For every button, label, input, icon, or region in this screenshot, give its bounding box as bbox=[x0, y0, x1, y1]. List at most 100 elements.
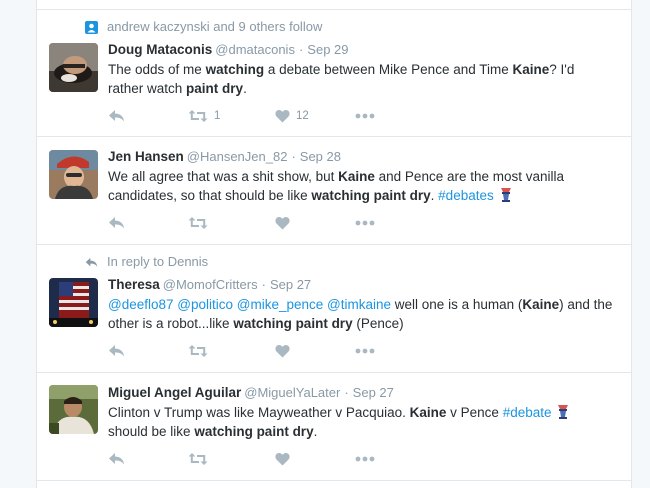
like-button[interactable] bbox=[275, 216, 355, 230]
like-button[interactable]: 12 bbox=[275, 109, 355, 123]
tweet-timestamp[interactable]: Sep 28 bbox=[300, 149, 341, 164]
tweet-timestamp[interactable]: Sep 27 bbox=[270, 277, 311, 292]
text-run: should be like bbox=[108, 424, 195, 439]
separator: · bbox=[261, 277, 266, 292]
text-run: (Pence) bbox=[352, 316, 404, 331]
tweet-content: Theresa @MomofCritters · Sep 27 @deeflo87 @… bbox=[108, 276, 619, 333]
avatar[interactable] bbox=[49, 385, 98, 434]
text-run: well one is a human ( bbox=[391, 297, 523, 312]
reply-icon bbox=[108, 344, 125, 358]
tweet[interactable]: In reply to Dennis Theresa @MomofCritters… bbox=[37, 245, 631, 373]
avatar[interactable] bbox=[49, 43, 98, 92]
tweet-header: Jen Hansen @HansenJen_82 · Sep 28 bbox=[108, 148, 619, 166]
text-run: v Pence bbox=[446, 405, 503, 420]
tweet[interactable]: andrew kaczynski and 9 others follow Dou… bbox=[37, 9, 631, 137]
tweet-header: Theresa @MomofCritters · Sep 27 bbox=[108, 276, 619, 294]
like-count: 12 bbox=[296, 110, 309, 122]
mention-link[interactable]: @timkaine bbox=[327, 297, 391, 312]
mention-link[interactable]: @politico bbox=[177, 297, 233, 312]
avatar[interactable] bbox=[49, 150, 98, 199]
reply-button[interactable] bbox=[108, 216, 188, 230]
retweet-button[interactable] bbox=[188, 452, 275, 466]
highlighted-term: paint dry bbox=[186, 81, 244, 96]
reply-button[interactable] bbox=[108, 344, 188, 358]
reply-context: In reply to Dennis bbox=[83, 254, 208, 270]
tweet-author-name[interactable]: Miguel Angel Aguilar bbox=[108, 385, 241, 400]
more-button[interactable] bbox=[355, 348, 375, 354]
tweet-author-handle[interactable]: @MiguelYaLater bbox=[244, 385, 340, 400]
reply-context-text[interactable]: In reply to Dennis bbox=[107, 254, 208, 270]
reply-icon bbox=[108, 216, 125, 230]
more-button[interactable] bbox=[355, 113, 375, 119]
tweet-author-name[interactable]: Jen Hansen bbox=[108, 149, 184, 164]
tweet-content: Jen Hansen @HansenJen_82 · Sep 28 We all ag… bbox=[108, 148, 619, 205]
tweet-timestamp[interactable]: Sep 27 bbox=[353, 385, 394, 400]
tweet[interactable]: Miguel Angel Aguilar @MiguelYaLater · Sep 2… bbox=[37, 373, 631, 481]
mention-link[interactable]: @deeflo87 bbox=[108, 297, 174, 312]
highlighted-term: watching bbox=[205, 62, 265, 77]
flag-emoji-icon bbox=[498, 188, 513, 203]
more-button[interactable] bbox=[355, 220, 375, 226]
tweet-actions: 1 12 bbox=[108, 107, 375, 125]
tweet-author-name[interactable]: Doug Mataconis bbox=[108, 42, 212, 57]
heart-icon bbox=[275, 452, 290, 466]
hashtag-link[interactable]: #debates bbox=[438, 188, 494, 203]
hashtag-link[interactable]: #debate bbox=[503, 405, 552, 420]
tweet-actions bbox=[108, 214, 375, 232]
tweet-author-handle[interactable]: @MomofCritters bbox=[163, 277, 258, 292]
retweet-button[interactable] bbox=[188, 344, 275, 358]
retweet-icon bbox=[188, 452, 208, 466]
mention-link[interactable]: @mike_pence bbox=[237, 297, 324, 312]
social-context: andrew kaczynski and 9 others follow bbox=[83, 19, 322, 35]
heart-icon bbox=[275, 216, 290, 230]
highlighted-term: watching paint dry bbox=[194, 424, 314, 439]
tweet-stream: andrew kaczynski and 9 others follow Dou… bbox=[36, 0, 632, 488]
reply-icon bbox=[108, 452, 125, 466]
retweet-button[interactable] bbox=[188, 216, 275, 230]
text-run: We all agree that was a shit show, but bbox=[108, 169, 339, 184]
tweet-text: The odds of me watching a debate between… bbox=[108, 60, 608, 98]
reply-button[interactable] bbox=[108, 109, 188, 123]
retweet-button[interactable]: 1 bbox=[188, 109, 275, 123]
reply-arrow-icon bbox=[83, 254, 99, 270]
more-icon bbox=[355, 220, 375, 226]
heart-icon bbox=[275, 344, 290, 358]
text-run bbox=[494, 188, 498, 203]
more-icon bbox=[355, 113, 375, 119]
tweet-content: Miguel Angel Aguilar @MiguelYaLater · Sep 2… bbox=[108, 384, 619, 441]
separator: · bbox=[291, 149, 296, 164]
retweet-icon bbox=[188, 344, 208, 358]
retweet-count: 1 bbox=[214, 110, 221, 122]
highlighted-term: Kaine bbox=[522, 297, 560, 312]
tweet-timestamp[interactable]: Sep 29 bbox=[307, 42, 348, 57]
more-button[interactable] bbox=[355, 456, 375, 462]
retweet-icon bbox=[188, 109, 208, 123]
more-icon bbox=[355, 456, 375, 462]
reply-button[interactable] bbox=[108, 452, 188, 466]
person-icon bbox=[83, 19, 99, 35]
tweet-actions bbox=[108, 450, 375, 468]
text-run: . bbox=[243, 81, 247, 96]
tweet[interactable]: Jen Hansen @HansenJen_82 · Sep 28 We all ag… bbox=[37, 137, 631, 245]
tweet-author-handle[interactable]: @dmataconis bbox=[215, 42, 295, 57]
tweet-actions bbox=[108, 342, 375, 360]
tweet-header: Doug Mataconis @dmataconis · Sep 29 bbox=[108, 41, 619, 59]
tweet-author-name[interactable]: Theresa bbox=[108, 277, 160, 292]
tweet-text: @deeflo87 @politico @mike_pence @timkain… bbox=[108, 295, 613, 333]
tweet-author-handle[interactable]: @HansenJen_82 bbox=[187, 149, 288, 164]
heart-icon bbox=[275, 109, 290, 123]
avatar[interactable] bbox=[49, 278, 98, 327]
text-run: Clinton v Trump was like Mayweather v Pa… bbox=[108, 405, 410, 420]
tweet-header: Miguel Angel Aguilar @MiguelYaLater · Sep 2… bbox=[108, 384, 619, 402]
highlighted-term: watching paint dry bbox=[233, 316, 353, 331]
separator: · bbox=[344, 385, 349, 400]
flag-emoji-icon bbox=[555, 405, 570, 420]
social-context-text[interactable]: andrew kaczynski and 9 others follow bbox=[107, 19, 322, 35]
tweet-content: Doug Mataconis @dmataconis · Sep 29 The odd… bbox=[108, 41, 619, 98]
more-icon bbox=[355, 348, 375, 354]
text-run: . bbox=[313, 424, 318, 439]
highlighted-term: Kaine bbox=[338, 169, 375, 184]
like-button[interactable] bbox=[275, 344, 355, 358]
tweet-text: We all agree that was a shit show, but K… bbox=[108, 167, 613, 205]
like-button[interactable] bbox=[275, 452, 355, 466]
